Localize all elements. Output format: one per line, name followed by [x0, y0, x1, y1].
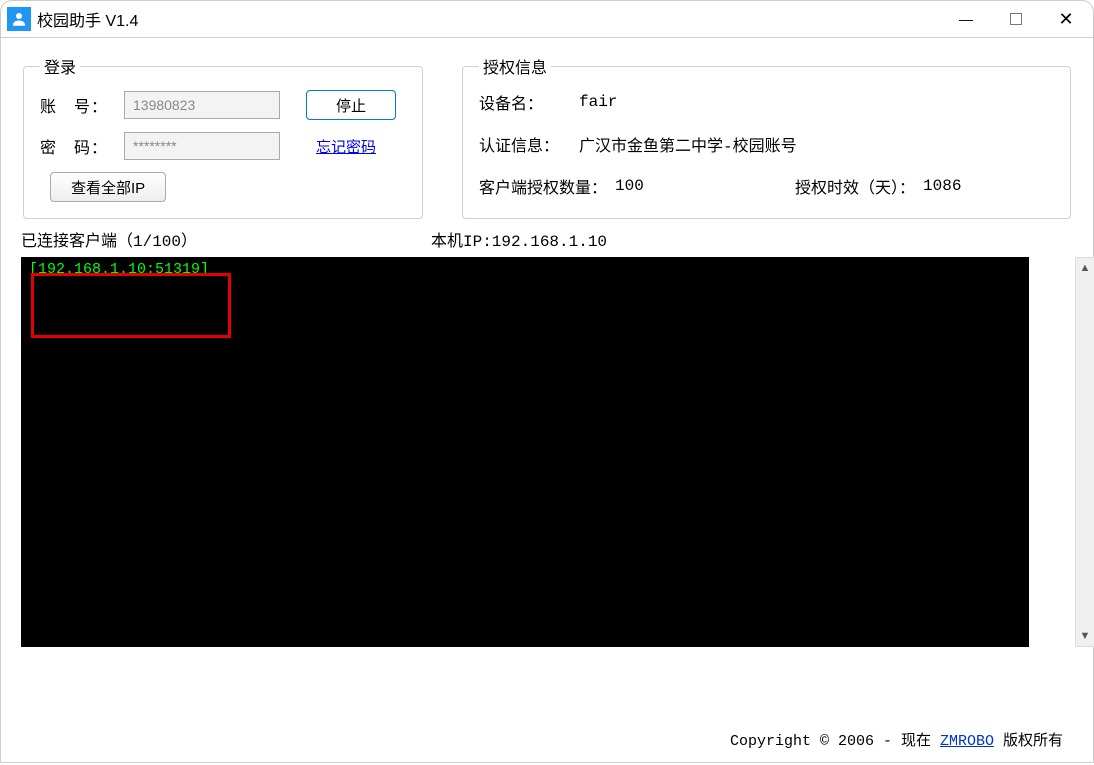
console-output: [192.168.1.10:51319]	[21, 257, 1029, 647]
window-content: 登录 账 号： 停止 密 码： 忘记密码 查看全部IP 授权信息 设备名： fa…	[0, 38, 1094, 763]
console-line: [192.168.1.10:51319]	[29, 261, 209, 278]
expire-label: 授权时效（天）：	[795, 174, 915, 198]
login-group: 登录 账 号： 停止 密 码： 忘记密码 查看全部IP	[23, 54, 423, 219]
app-icon	[7, 7, 31, 31]
window-title: 校园助手 V1.4	[37, 7, 941, 31]
account-label: 账 号：	[40, 93, 116, 117]
login-legend: 登录	[40, 54, 80, 78]
expire-value: 1086	[923, 177, 961, 195]
console-scrollbar[interactable]: ▲ ▼	[1075, 257, 1094, 647]
client-count-value: 100	[615, 177, 675, 195]
scroll-down-icon[interactable]: ▼	[1076, 626, 1094, 646]
account-input[interactable]	[124, 91, 280, 119]
client-count-label: 客户端授权数量：	[479, 174, 607, 198]
connected-clients-label: 已连接客户端（1/100）	[21, 227, 431, 251]
scroll-up-icon[interactable]: ▲	[1076, 258, 1094, 278]
console-container: [192.168.1.10:51319] ▲ ▼	[21, 257, 1073, 647]
footer-prefix: Copyright © 2006 - 现在	[730, 733, 940, 750]
password-input[interactable]	[124, 132, 280, 160]
titlebar: 校园助手 V1.4 — ✕	[0, 0, 1094, 38]
auth-info-group: 授权信息 设备名： fair 认证信息： 广汉市金鱼第二中学-校园账号 客户端授…	[462, 54, 1071, 219]
close-button[interactable]: ✕	[1041, 1, 1091, 37]
password-label: 密 码：	[40, 134, 116, 158]
cert-info-label: 认证信息：	[479, 132, 569, 156]
cert-info-value: 广汉市金鱼第二中学-校园账号	[579, 132, 797, 156]
stop-button[interactable]: 停止	[306, 90, 396, 120]
auth-legend: 授权信息	[479, 54, 551, 78]
footer-suffix: 版权所有	[994, 733, 1063, 750]
minimize-button[interactable]: —	[941, 1, 991, 37]
device-name-label: 设备名：	[479, 90, 569, 114]
local-ip-label: 本机IP:192.168.1.10	[431, 227, 607, 251]
footer-link[interactable]: ZMROBO	[940, 733, 994, 750]
view-all-ip-button[interactable]: 查看全部IP	[50, 172, 166, 202]
device-name-value: fair	[579, 93, 617, 111]
maximize-button[interactable]	[991, 1, 1041, 37]
footer-copyright: Copyright © 2006 - 现在 ZMROBO 版权所有	[730, 729, 1063, 750]
forgot-password-link[interactable]: 忘记密码	[316, 136, 376, 157]
